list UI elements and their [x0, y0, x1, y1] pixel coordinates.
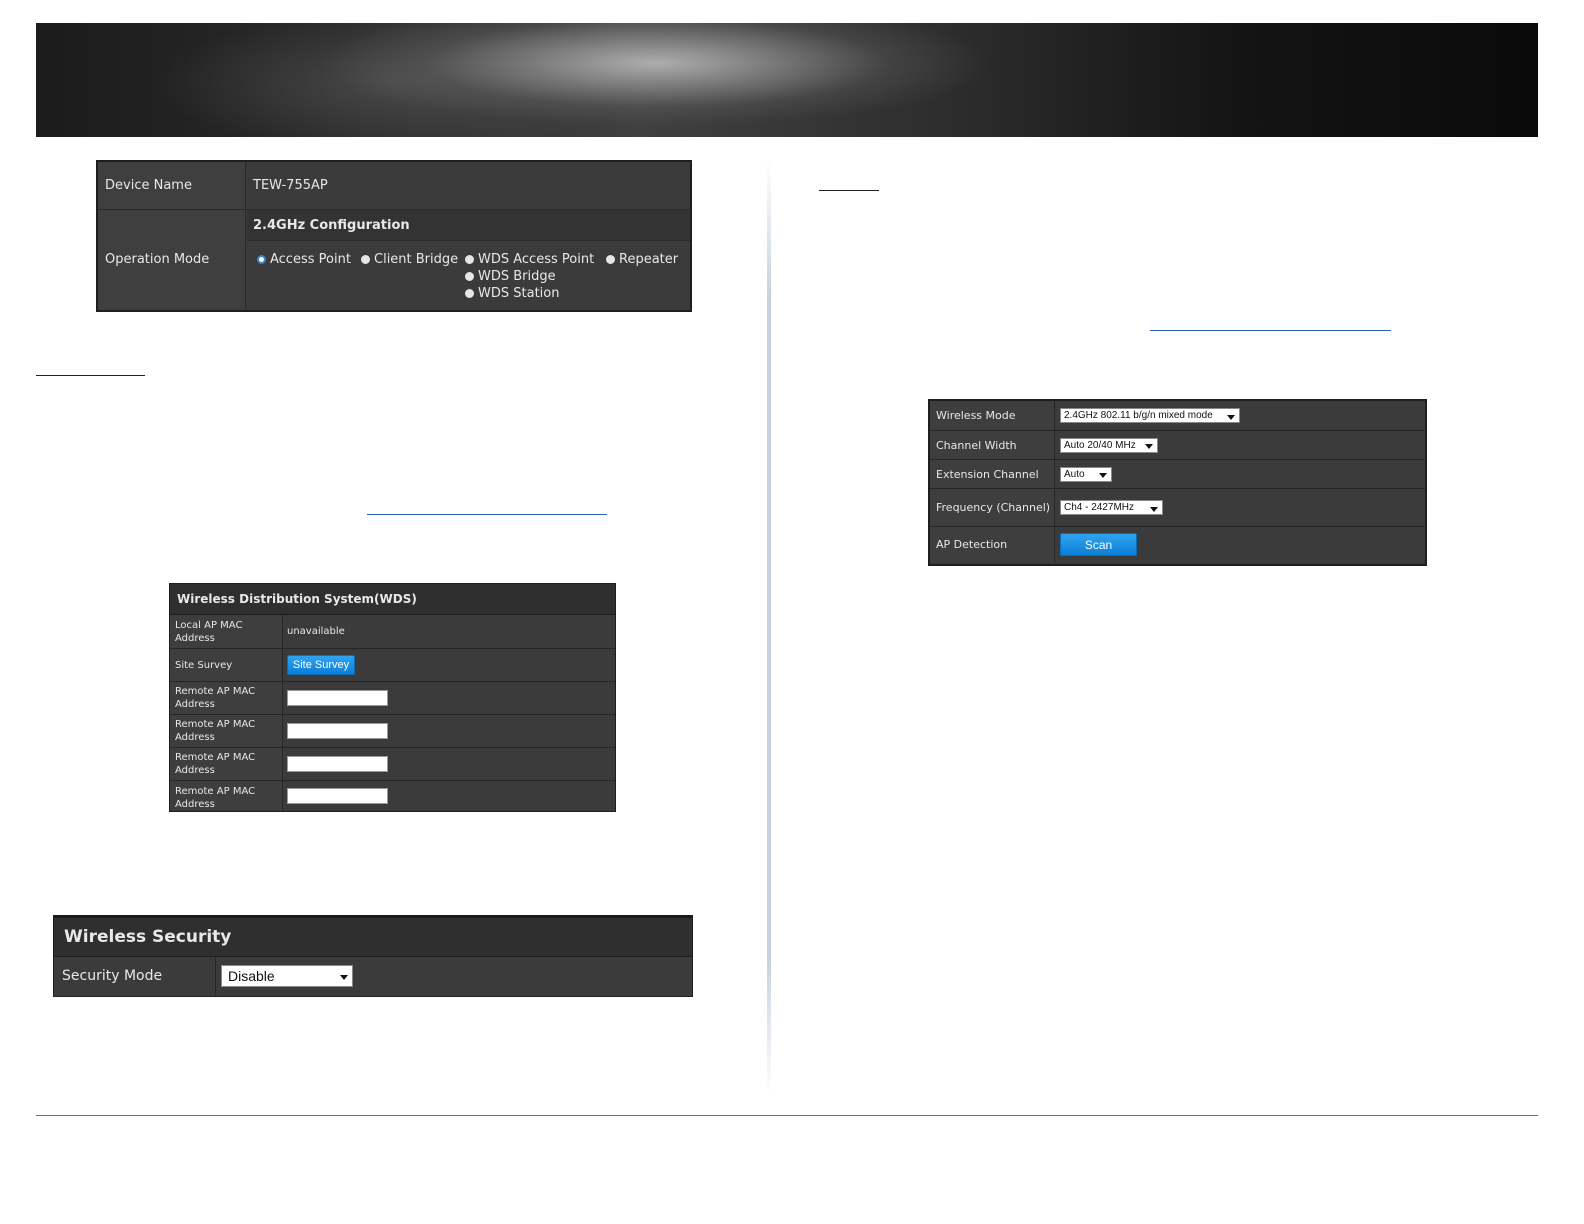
security-mode-value: Disable: [228, 968, 275, 984]
security-mode-cell: Disable: [217, 957, 692, 995]
remote-mac-cell: [284, 781, 615, 810]
header-banner: [36, 23, 1538, 137]
channel-width-row: Channel Width Auto 20/40 MHz: [930, 431, 1425, 460]
remote-mac-cell: [284, 682, 615, 714]
extension-channel-select[interactable]: Auto: [1060, 466, 1112, 482]
footer-divider: [36, 1115, 1538, 1116]
radio-label: Repeater: [619, 252, 679, 267]
operation-mode-label: Operation Mode: [98, 210, 246, 308]
scan-button[interactable]: Scan: [1060, 533, 1137, 556]
channel-width-select[interactable]: Auto 20/40 MHz: [1060, 437, 1158, 453]
site-survey-button[interactable]: Site Survey: [287, 655, 355, 675]
extension-channel-cell: Auto: [1056, 460, 1425, 488]
frequency-row: Frequency (Channel) Ch4 - 2427MHz: [930, 489, 1425, 527]
remote-mac-input-3[interactable]: [287, 756, 388, 772]
extension-channel-label: Extension Channel: [930, 460, 1055, 488]
remote-mac-label: Remote AP MAC Address: [170, 748, 283, 780]
wireless-mode-cell: 2.4GHz 802.11 b/g/n mixed mode: [1056, 401, 1425, 430]
radio-client-bridge[interactable]: Client Bridge: [361, 252, 458, 267]
remote-mac-input-4[interactable]: [287, 787, 388, 804]
wireless-security-panel: Wireless Security Security Mode Disable: [53, 915, 693, 997]
radio-label: WDS Station: [478, 286, 560, 301]
chevron-down-icon: [1145, 444, 1153, 449]
radio-icon: [465, 255, 474, 264]
frequency-value: Ch4 - 2427MHz: [1064, 502, 1135, 513]
security-mode-select[interactable]: Disable: [221, 965, 353, 987]
radio-label: Access Point: [270, 252, 351, 267]
wireless-mode-label: Wireless Mode: [930, 401, 1055, 430]
local-mac-row: Local AP MAC Address unavailable: [170, 615, 615, 649]
extension-channel-value: Auto: [1064, 468, 1085, 480]
radio-icon: [465, 289, 474, 298]
remote-mac-label: Remote AP MAC Address: [170, 682, 283, 714]
device-name-label: Device Name: [98, 162, 246, 210]
local-mac-value: unavailable: [287, 626, 345, 637]
radio-access-point[interactable]: Access Point: [257, 252, 351, 267]
chevron-down-icon: [1227, 414, 1235, 420]
radio-wds-station[interactable]: WDS Station: [465, 286, 559, 301]
channel-width-label: Channel Width: [930, 431, 1055, 459]
heading-underline: [36, 375, 145, 376]
remote-mac-input-2[interactable]: [287, 723, 388, 739]
operation-mode-panel: Device Name TEW-755AP Operation Mode 2.4…: [96, 160, 692, 312]
radio-label: WDS Bridge: [478, 269, 556, 284]
ap-detection-label: AP Detection: [930, 527, 1055, 562]
column-divider: [767, 160, 771, 1095]
radio-icon: [606, 255, 615, 264]
wds-title: Wireless Distribution System(WDS): [170, 584, 615, 615]
wireless-mode-value: 2.4GHz 802.11 b/g/n mixed mode: [1064, 410, 1213, 421]
link-underline: [367, 514, 607, 515]
extension-channel-row: Extension Channel Auto: [930, 460, 1425, 489]
frequency-cell: Ch4 - 2427MHz: [1056, 489, 1425, 526]
local-mac-label: Local AP MAC Address: [170, 615, 283, 648]
config-heading: 2.4GHz Configuration: [247, 210, 690, 241]
remote-mac-cell: [284, 748, 615, 780]
channel-width-cell: Auto 20/40 MHz: [1056, 431, 1425, 459]
radio-icon: [465, 272, 474, 281]
radio-repeater[interactable]: Repeater: [606, 252, 678, 267]
frequency-select[interactable]: Ch4 - 2427MHz: [1060, 500, 1163, 515]
chevron-down-icon: [1099, 473, 1107, 478]
remote-mac-row: Remote AP MAC Address: [170, 682, 615, 715]
remote-mac-label: Remote AP MAC Address: [170, 715, 283, 747]
chevron-down-icon: [1150, 506, 1158, 512]
device-name-value: TEW-755AP: [247, 162, 690, 210]
security-mode-label: Security Mode: [54, 957, 216, 995]
chevron-down-icon: [340, 975, 348, 980]
remote-mac-input-1[interactable]: [287, 690, 388, 706]
security-title: Wireless Security: [54, 918, 692, 957]
remote-mac-row: Remote AP MAC Address: [170, 781, 615, 810]
site-survey-label: Site Survey: [170, 649, 283, 681]
link-underline: [1150, 330, 1391, 331]
site-survey-row: Site Survey Site Survey: [170, 649, 615, 682]
remote-mac-row: Remote AP MAC Address: [170, 748, 615, 781]
radio-selected-icon: [257, 255, 266, 264]
frequency-label: Frequency (Channel): [930, 489, 1055, 526]
wireless-mode-select[interactable]: 2.4GHz 802.11 b/g/n mixed mode: [1060, 408, 1240, 423]
radio-wds-bridge[interactable]: WDS Bridge: [465, 269, 556, 284]
radio-label: WDS Access Point: [478, 252, 595, 267]
radio-icon: [361, 255, 370, 264]
ap-detection-cell: Scan: [1056, 527, 1425, 562]
channel-width-value: Auto 20/40 MHz: [1064, 439, 1136, 451]
wireless-mode-row: Wireless Mode 2.4GHz 802.11 b/g/n mixed …: [930, 401, 1425, 431]
remote-mac-cell: [284, 715, 615, 747]
radio-wds-access-point[interactable]: WDS Access Point: [465, 252, 594, 267]
ap-detection-row: AP Detection Scan: [930, 527, 1425, 562]
site-survey-cell: Site Survey: [284, 649, 615, 681]
radio-label: Client Bridge: [374, 252, 459, 267]
remote-mac-row: Remote AP MAC Address: [170, 715, 615, 748]
wireless-settings-panel: Wireless Mode 2.4GHz 802.11 b/g/n mixed …: [928, 399, 1427, 566]
heading-underline: [819, 190, 879, 191]
wds-panel: Wireless Distribution System(WDS) Local …: [169, 583, 616, 812]
remote-mac-label: Remote AP MAC Address: [170, 781, 283, 810]
